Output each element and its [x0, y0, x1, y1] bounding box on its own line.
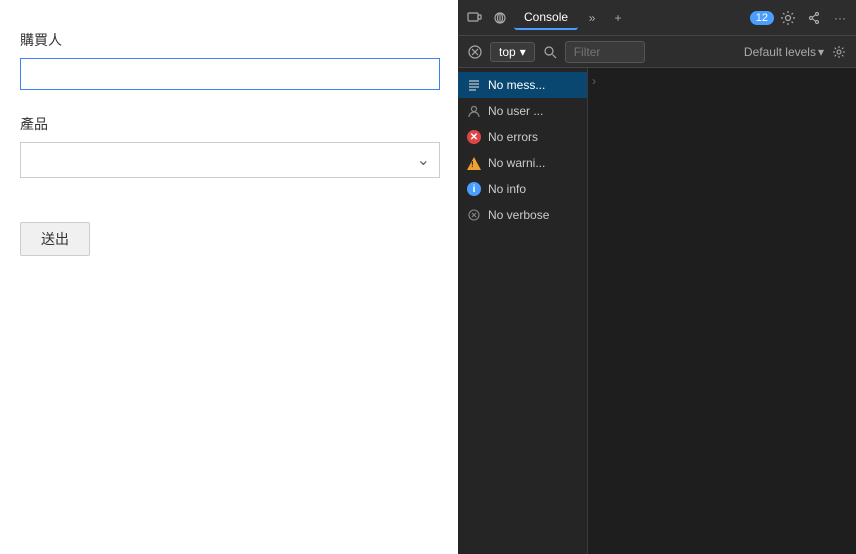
- submit-button[interactable]: 送出: [20, 222, 90, 256]
- badge-count: 12: [750, 11, 774, 25]
- filter-input[interactable]: [565, 41, 645, 63]
- console-sidebar: No mess... No user ... ✕ No errors: [458, 68, 588, 554]
- product-label: 產品: [20, 114, 438, 134]
- dropdown-chevron-icon: ▾: [520, 45, 526, 59]
- levels-label: Default levels: [744, 45, 816, 59]
- buyer-label: 購買人: [20, 30, 438, 50]
- sidebar-item-info[interactable]: i No info: [458, 176, 587, 202]
- devtools-content: No mess... No user ... ✕ No errors: [458, 68, 856, 554]
- errors-label: No errors: [488, 130, 538, 144]
- settings-icon[interactable]: [776, 6, 800, 30]
- sidebar-item-errors[interactable]: ✕ No errors: [458, 124, 587, 150]
- product-select[interactable]: [20, 142, 440, 178]
- sidebar-item-verbose[interactable]: No verbose: [458, 202, 587, 228]
- error-icon: ✕: [466, 129, 482, 145]
- devtools-topbar: Console » + 12 ···: [458, 0, 856, 36]
- more-tabs-icon[interactable]: »: [580, 6, 604, 30]
- list-icon: [466, 77, 482, 93]
- buyer-group: 購買人: [20, 30, 438, 90]
- default-levels-dropdown[interactable]: Default levels ▾: [744, 45, 824, 59]
- verbose-icon: [466, 207, 482, 223]
- product-select-wrapper: [20, 142, 440, 178]
- network-icon[interactable]: [488, 6, 512, 30]
- user-icon: [466, 103, 482, 119]
- warnings-label: No warni...: [488, 156, 545, 170]
- devtools-toolbar: top ▾ Default levels ▾: [458, 36, 856, 68]
- form-panel: 購買人 產品 送出: [0, 0, 458, 554]
- sidebar-item-warnings[interactable]: No warni...: [458, 150, 587, 176]
- sidebar-item-user[interactable]: No user ...: [458, 98, 587, 124]
- messages-label: No mess...: [488, 78, 545, 92]
- clear-console-icon[interactable]: [464, 41, 486, 63]
- top-frame-dropdown[interactable]: top ▾: [490, 42, 535, 62]
- search-icon[interactable]: [539, 41, 561, 63]
- product-group: 產品: [20, 114, 438, 178]
- warning-icon: [466, 155, 482, 171]
- ellipsis-icon[interactable]: ···: [828, 6, 852, 30]
- info-icon: i: [466, 181, 482, 197]
- console-main[interactable]: ›: [588, 68, 856, 554]
- console-settings-icon[interactable]: [828, 41, 850, 63]
- devtools-panel: Console » + 12 ··· top ▾ Default levels …: [458, 0, 856, 554]
- buyer-input[interactable]: [20, 58, 440, 90]
- info-label: No info: [488, 182, 526, 196]
- top-frame-label: top: [499, 45, 516, 59]
- verbose-label: No verbose: [488, 208, 549, 222]
- sidebar-item-messages[interactable]: No mess...: [458, 72, 587, 98]
- levels-chevron-icon: ▾: [818, 45, 824, 59]
- tab-console[interactable]: Console: [514, 6, 578, 30]
- share-icon[interactable]: [802, 6, 826, 30]
- user-label: No user ...: [488, 104, 543, 118]
- device-icon[interactable]: [462, 6, 486, 30]
- add-tab-icon[interactable]: +: [606, 6, 630, 30]
- console-chevron-icon: ›: [592, 74, 596, 88]
